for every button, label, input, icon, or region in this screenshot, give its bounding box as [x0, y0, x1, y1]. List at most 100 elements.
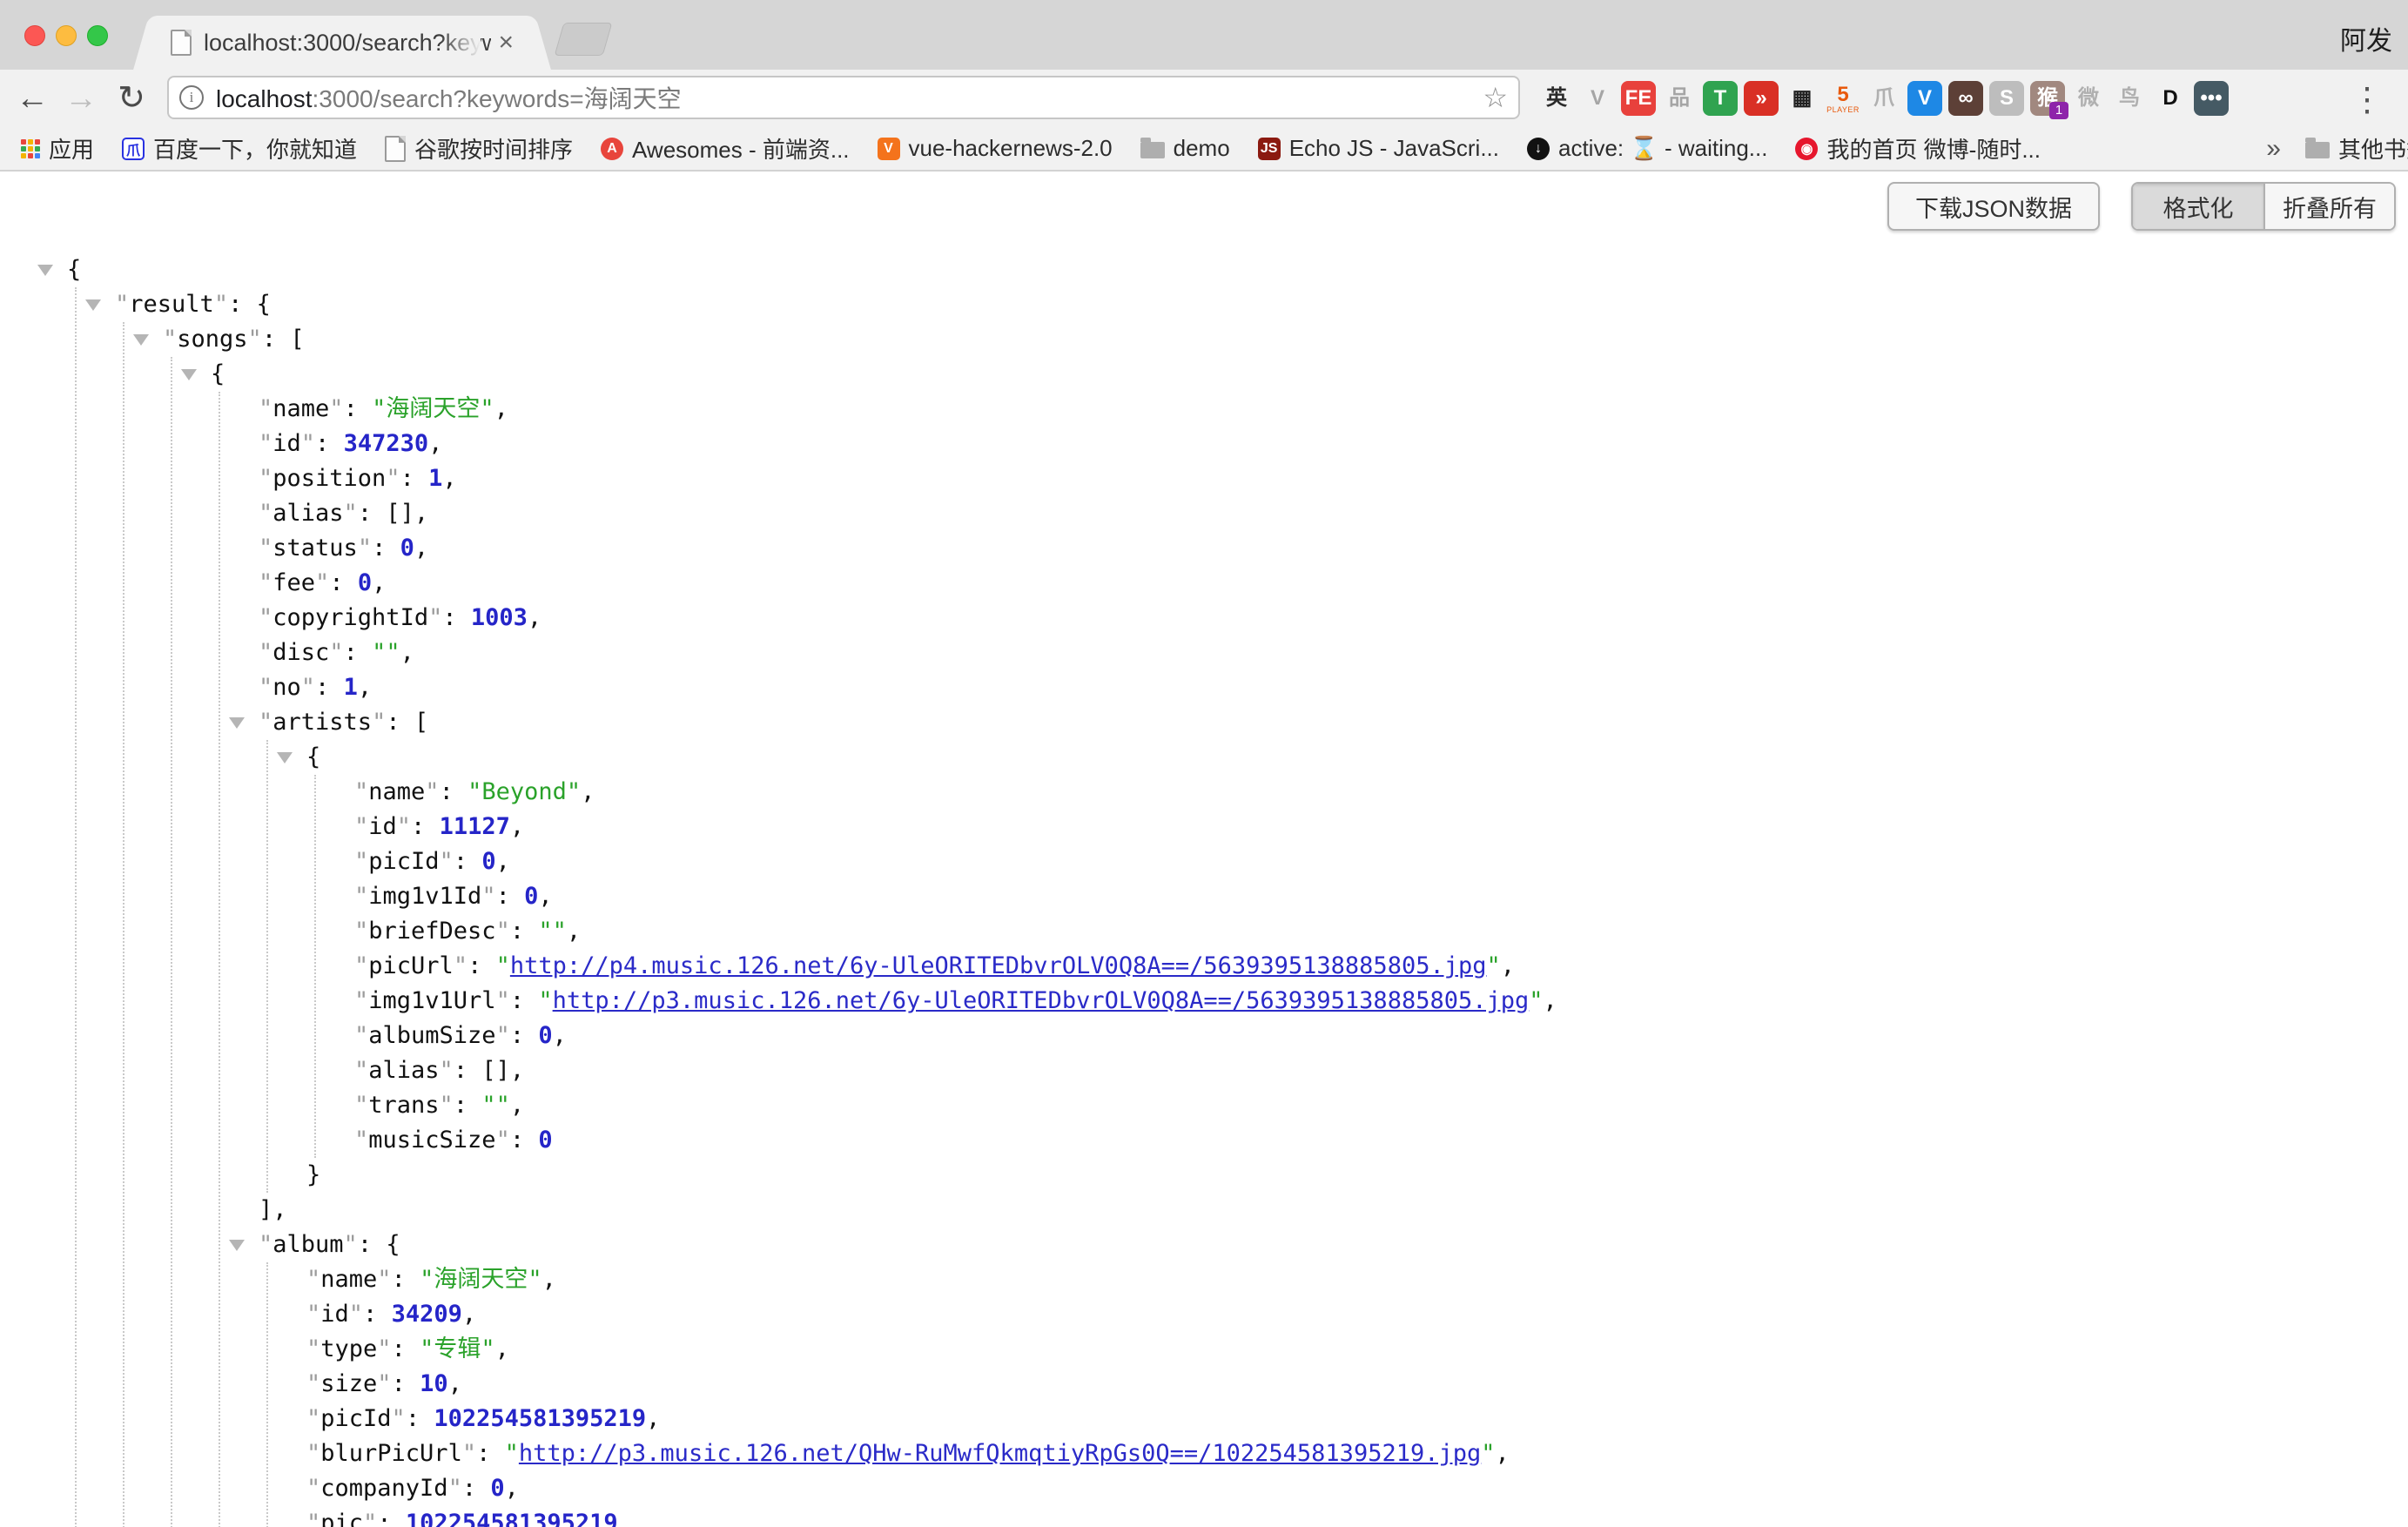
bird-extension-icon[interactable]: 鸟 [2112, 81, 2147, 116]
browser-tab[interactable]: localhost:3000/search?keywor × [155, 16, 529, 70]
html5-player-extension-icon-sub: PLAYER [1826, 106, 1860, 114]
blue-chevron-extension-icon[interactable]: V [1907, 81, 1942, 116]
json-line: { [67, 252, 2408, 287]
forward-button[interactable]: → [59, 77, 103, 120]
bookmark-label: vue-hackernews-2.0 [909, 135, 1113, 162]
bookmark-google-sorted[interactable]: 谷歌按时间排序 [385, 132, 573, 165]
json-line: { [211, 357, 2408, 392]
translate-extension-icon-glyph: 英 [1546, 87, 1567, 110]
tab-title-fade [441, 33, 481, 63]
extension-badge: 1 [2049, 102, 2068, 119]
json-line: "companyId": 0, [306, 1471, 2408, 1506]
json-viewer: {"result": {"songs": [{"name": "海阔天空","i… [0, 252, 2408, 1527]
json-line: "picUrl": "http://p4.music.126.net/6y-Ul… [354, 949, 2408, 984]
bookmark-weibo-home[interactable]: ◉我的首页 微博-随时... [1795, 132, 2041, 165]
json-line: "musicSize": 0 [354, 1123, 2408, 1158]
close-window-button[interactable] [24, 25, 45, 46]
page-info-icon[interactable]: i [179, 85, 204, 110]
js-square-icon: JS [1258, 138, 1281, 160]
bookmark-awesomes[interactable]: A Awesomes - 前端资... [601, 132, 849, 165]
fe-toolbox-extension-icon[interactable]: FE [1621, 81, 1656, 116]
json-line: "album": { [259, 1228, 2408, 1262]
json-children: "name": "海阔天空","id": 347230,"position": … [219, 392, 2408, 1527]
json-children: "result": {"songs": [{"name": "海阔天空","id… [75, 287, 2408, 1527]
bookmark-label: Awesomes - 前端资... [632, 132, 849, 165]
tampermonkey-shield-extension-icon[interactable]: T [1703, 81, 1738, 116]
password-dots-extension-icon[interactable]: ••• [2194, 81, 2229, 116]
apps-launcher[interactable]: 应用 [21, 132, 94, 165]
browser-menu-icon[interactable]: ⋮ [2351, 80, 2384, 119]
maximize-window-button[interactable] [87, 25, 108, 46]
weibo-gray-extension-icon[interactable]: 微 [2071, 81, 2106, 116]
collapse-triangle-icon[interactable] [229, 717, 245, 729]
json-line: { [306, 740, 2408, 775]
bookmark-active-waiting[interactable]: ↓active: ⌛ - waiting... [1527, 135, 1767, 162]
collapse-triangle-icon[interactable] [85, 299, 101, 311]
html5-player-extension-icon[interactable]: 5PLAYER [1826, 81, 1860, 116]
bookmark-echo-js[interactable]: JSEcho JS - JavaScri... [1258, 135, 1499, 162]
json-line: "type": "专辑", [306, 1332, 2408, 1367]
url-text[interactable]: localhost:3000/search?keywords=海阔天空 [216, 80, 682, 115]
page-content: 下载JSON数据 格式化 折叠所有 {"result": {"songs": [… [0, 172, 2408, 1527]
other-bookmarks-label: 其他书签 [2338, 132, 2408, 165]
sitemap-extension-icon[interactable]: 品 [1662, 81, 1697, 116]
bookmarks-list: 爪百度一下，你就知道谷歌按时间排序 A Awesomes - 前端资... Vvue-… [122, 132, 2041, 165]
download-json-button[interactable]: 下载JSON数据 [1887, 182, 2100, 231]
address-bar[interactable]: i localhost:3000/search?keywords=海阔天空 ☆ [167, 76, 1520, 119]
url-path: :3000/search?keywords=海阔天空 [313, 85, 682, 112]
json-url-link[interactable]: http://p3.music.126.net/6y-UleORITEDbvrO… [553, 987, 1530, 1014]
back-button[interactable]: ← [10, 77, 54, 120]
extensions-row: 英VFE品T»▦5PLAYER爪V∞S猴1微鸟D••• [1539, 70, 2229, 127]
baidu-paw-icon: 爪 [122, 138, 145, 160]
collapse-triangle-icon[interactable] [133, 334, 149, 346]
browser-window: localhost:3000/search?keywor × 阿发 ← → ↻ … [0, 0, 2408, 1527]
bookmark-label: demo [1174, 135, 1230, 162]
bookmarks-overflow-chevron[interactable]: » [2266, 134, 2281, 164]
json-line: "img1v1Url": "http://p3.music.126.net/6y… [354, 984, 2408, 1019]
qr-code-extension-icon[interactable]: ▦ [1785, 81, 1819, 116]
reload-button[interactable]: ↻ [110, 77, 153, 120]
profile-name[interactable]: 阿发 [2340, 19, 2392, 57]
json-url-link[interactable]: http://p4.music.126.net/6y-UleORITEDbvrO… [510, 952, 1487, 979]
d-letter-extension-icon[interactable]: D [2153, 81, 2188, 116]
json-children: {"name": "Beyond","id": 11127,"picId": 0… [266, 740, 2408, 1193]
json-line: "position": 1, [259, 461, 2408, 496]
json-line: "fee": 0, [259, 566, 2408, 601]
minimize-window-button[interactable] [56, 25, 77, 46]
json-line: "size": 10, [306, 1367, 2408, 1402]
mask-extension-icon[interactable]: ∞ [1948, 81, 1983, 116]
bookmark-demo-folder[interactable]: demo [1140, 135, 1230, 162]
new-tab-button[interactable] [555, 23, 613, 56]
apps-grid-icon [21, 139, 40, 158]
apps-label: 应用 [49, 132, 94, 165]
awesomes-a-icon: A [601, 138, 623, 160]
collapse-triangle-icon[interactable] [181, 369, 197, 380]
collapse-triangle-icon[interactable] [229, 1240, 245, 1251]
collapse-triangle-icon[interactable] [277, 752, 293, 764]
paw-claw-extension-icon[interactable]: 爪 [1867, 81, 1901, 116]
json-line: "id": 11127, [354, 810, 2408, 844]
monkey-badge-extension-icon[interactable]: 猴1 [2030, 81, 2065, 116]
json-line: "artists": [ [259, 705, 2408, 740]
bookmark-baidu[interactable]: 爪百度一下，你就知道 [122, 132, 357, 165]
collapse-all-button[interactable]: 折叠所有 [2263, 184, 2394, 229]
collapse-triangle-icon[interactable] [37, 265, 53, 276]
other-bookmarks-folder[interactable]: 其他书签 [2305, 132, 2408, 165]
translate-extension-icon[interactable]: 英 [1539, 81, 1574, 116]
json-url-link[interactable]: http://p3.music.126.net/QHw-RuMwfQkmqtiy… [519, 1440, 1481, 1467]
format-button[interactable]: 格式化 [2133, 184, 2263, 229]
json-line: "copyrightId": 1003, [259, 601, 2408, 636]
bookmark-star-icon[interactable]: ☆ [1483, 81, 1508, 114]
page-icon [385, 136, 406, 162]
s-letter-extension-icon[interactable]: S [1989, 81, 2024, 116]
json-line: ], [259, 1193, 2408, 1228]
password-dots-extension-icon-glyph: ••• [2200, 87, 2222, 110]
json-line: "songs": [ [163, 322, 2408, 357]
tab-close-icon[interactable]: × [498, 30, 514, 56]
bookmark-vue-hackernews[interactable]: Vvue-hackernews-2.0 [878, 135, 1113, 162]
mask-extension-icon-glyph: ∞ [1958, 87, 1973, 110]
vue-devtools-extension-icon[interactable]: V [1580, 81, 1615, 116]
fast-forward-extension-icon[interactable]: » [1744, 81, 1779, 116]
view-mode-toggle: 格式化 折叠所有 [2131, 182, 2396, 231]
page-favicon-icon [171, 30, 192, 56]
